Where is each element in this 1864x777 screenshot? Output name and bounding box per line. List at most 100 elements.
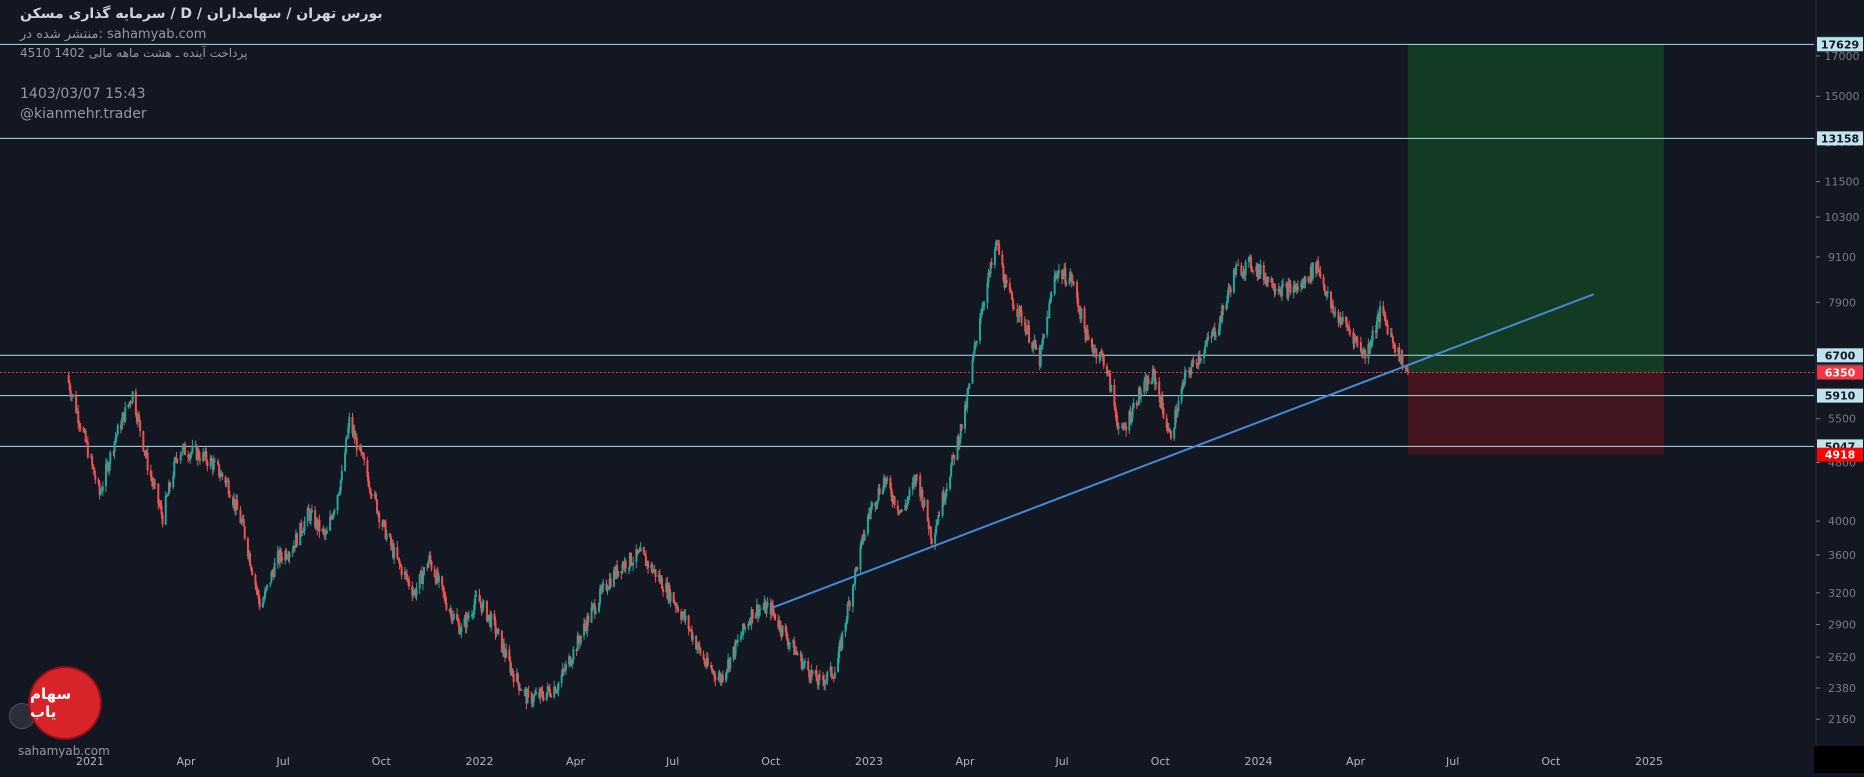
candle-body [609,578,612,587]
candle-body [1110,385,1113,392]
x-tick-label: Jul [665,755,679,768]
candle-body [169,482,172,488]
price-label: 17629 [1821,38,1859,51]
candle-body [198,458,201,461]
candle-body [676,606,679,612]
y-tick-label: 15000 [1825,90,1860,103]
candle-body [1244,261,1247,275]
candle-body [527,691,530,694]
candle-body [221,473,224,477]
chart-svg[interactable]: 1700015000130001150010300910079006700550… [0,0,1864,773]
y-tick-label: 2160 [1828,713,1856,726]
x-tick-label: Apr [956,755,976,768]
candle-body [1296,286,1299,290]
candle-body [1319,272,1322,278]
candle-body [1289,284,1292,293]
candle-body [138,414,141,421]
x-tick-label: Oct [1151,755,1171,768]
candle-body [243,526,246,539]
candle-body [273,562,276,578]
candle-body [841,632,844,649]
candle-body [1222,305,1225,310]
candle-body [71,394,74,396]
x-tick-label: 2025 [1635,755,1663,768]
candle-body [482,601,485,603]
candle-body [602,583,605,586]
candle-body [161,514,164,525]
candle-body [217,460,220,465]
candle-body [418,574,421,589]
candle-body [191,445,194,452]
candle-body [594,611,597,614]
candle-body [1087,337,1090,339]
candle-body [1046,316,1049,335]
candle-body [1375,320,1378,333]
candle-body [176,459,179,461]
candle-body [505,649,508,658]
candle-body [923,499,926,507]
candle-body [624,560,627,569]
candle-body [807,661,810,671]
candle-body [310,510,313,513]
candle-body [336,495,339,511]
candle-body [1207,337,1210,339]
candle-body [1311,262,1314,279]
candle-body [975,340,978,343]
x-tick-label: Oct [372,755,392,768]
candle-body [980,315,983,319]
x-tick-label: Apr [1346,755,1366,768]
candle-body [953,455,956,460]
candle-body [736,639,739,643]
y-tick-label: 4000 [1828,515,1856,528]
candle-body [1102,355,1105,366]
target-zone [1407,43,1664,373]
candle-body [1259,265,1262,275]
candle-body [183,444,186,456]
candle-body [587,616,590,623]
y-tick-label: 9100 [1828,251,1856,264]
candle-body [617,571,620,577]
candle-body [1057,270,1060,274]
candle-body [998,243,1001,255]
candle-body [826,671,829,680]
candle-body [549,695,552,698]
candle-body [467,616,470,618]
candle-body [1140,392,1143,397]
candle-body [856,567,859,570]
axis-corner [1814,746,1864,773]
candle-body [269,582,272,585]
x-tick-label: 2022 [465,755,493,768]
candle-body [1184,370,1187,373]
candle-body [296,533,299,546]
candle-body [430,561,433,570]
candle-body [1083,308,1086,329]
candle-body [333,510,336,514]
candle-body [893,496,896,506]
candle-body [370,494,373,497]
candle-body [479,601,482,604]
candle-body [179,453,182,461]
candle-body [896,505,899,511]
price-label: 4918 [1825,449,1856,462]
y-tick-label: 5500 [1828,413,1856,426]
candle-body [774,613,777,620]
x-tick-label: Oct [1541,755,1561,768]
candle-body [1065,283,1068,285]
y-tick-label: 11500 [1825,176,1860,189]
candle-body [1384,314,1387,321]
candle-body [1048,302,1051,318]
candle-body [1190,367,1193,375]
candle-body [818,675,821,677]
candle-body [930,539,933,544]
candle-body [1125,426,1128,431]
candle-body [781,625,784,636]
x-tick-label: 2023 [855,755,883,768]
candle-body [281,557,284,561]
chart[interactable]: 1700015000130001150010300910079006700550… [0,0,1864,773]
candle-body [654,569,657,578]
candle-body [971,359,974,384]
candle-body [348,417,351,428]
candle-body [1195,362,1198,365]
price-label: 13158 [1821,132,1859,145]
price-label: 6700 [1825,349,1856,362]
